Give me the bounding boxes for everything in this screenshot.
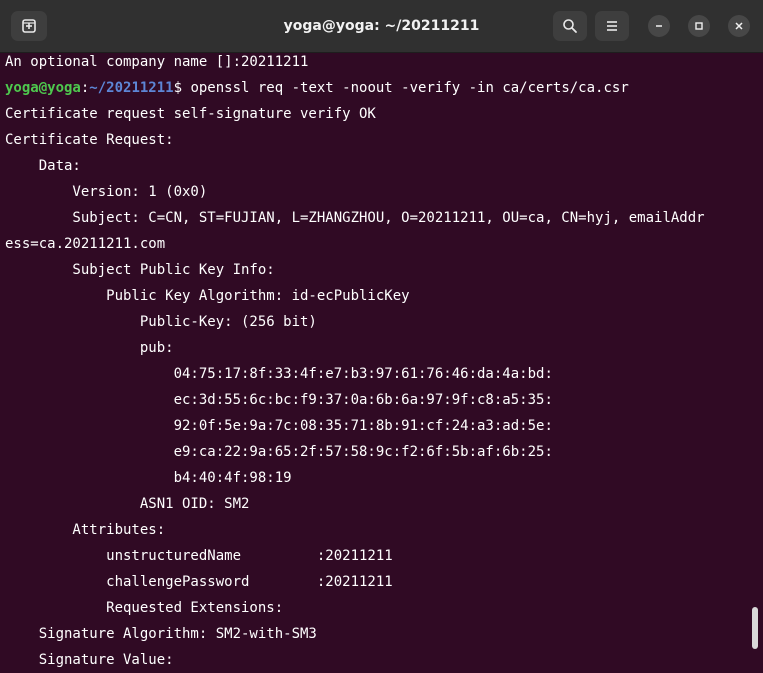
terminal-window: yoga@yoga: ~/20211211 An optional compan… — [0, 0, 763, 673]
output-line: Certificate Request: — [5, 132, 174, 148]
output-line: ess=ca.20211211.com — [5, 236, 166, 252]
new-tab-icon — [22, 19, 36, 33]
prompt-path: ~/20211211 — [89, 80, 174, 96]
output-line: e9:ca:22:9a:65:2f:57:58:9c:f2:6f:5b:af:6… — [5, 444, 553, 460]
output-line: pub: — [5, 340, 174, 356]
maximize-button[interactable] — [688, 15, 710, 37]
output-line: Signature Algorithm: SM2-with-SM3 — [5, 626, 317, 642]
search-button[interactable] — [553, 11, 587, 41]
minimize-button[interactable] — [648, 15, 670, 37]
output-line: Public Key Algorithm: id-ecPublicKey — [5, 288, 410, 304]
output-line: Data: — [5, 158, 81, 174]
prompt-command: $ openssl req -text -noout -verify -in c… — [173, 80, 629, 96]
search-icon — [563, 19, 577, 33]
output-line: Attributes: — [5, 522, 166, 538]
output-line: ASN1 OID: SM2 — [5, 496, 250, 512]
scrollbar-thumb[interactable] — [752, 607, 758, 649]
output-line: unstructuredName :20211211 — [5, 548, 393, 564]
new-tab-button[interactable] — [11, 11, 47, 41]
maximize-icon — [695, 22, 703, 30]
output-line: Subject Public Key Info: — [5, 262, 275, 278]
output-line: Subject: C=CN, ST=FUJIAN, L=ZHANGZHOU, O… — [5, 210, 705, 226]
output-line: 04:75:17:8f:33:4f:e7:b3:97:61:76:46:da:4… — [5, 366, 553, 382]
output-line: Public-Key: (256 bit) — [5, 314, 317, 330]
output-line: An optional company name []:20211211 — [5, 54, 309, 70]
terminal-output[interactable]: An optional company name []:20211211 yog… — [0, 52, 763, 673]
close-icon — [735, 22, 743, 30]
title-bar[interactable]: yoga@yoga: ~/20211211 — [0, 0, 763, 53]
output-line: 92:0f:5e:9a:7c:08:35:71:8b:91:cf:24:a3:a… — [5, 418, 553, 434]
output-line: Requested Extensions: — [5, 600, 284, 616]
output-line: ec:3d:55:6c:bc:f9:37:0a:6b:6a:97:9f:c8:a… — [5, 392, 553, 408]
prompt-user: yoga@yoga — [5, 80, 81, 96]
minimize-icon — [656, 25, 662, 27]
menu-button[interactable] — [595, 11, 629, 41]
output-line: challengePassword :20211211 — [5, 574, 393, 590]
output-line: Certificate request self-signature verif… — [5, 106, 376, 122]
output-line: Signature Value: — [5, 652, 174, 668]
output-line: Version: 1 (0x0) — [5, 184, 208, 200]
prompt-line: yoga@yoga:~/20211211$ openssl req -text … — [5, 80, 629, 106]
output-line: b4:40:4f:98:19 — [5, 470, 292, 486]
close-button[interactable] — [728, 15, 750, 37]
hamburger-menu-icon — [607, 21, 617, 31]
